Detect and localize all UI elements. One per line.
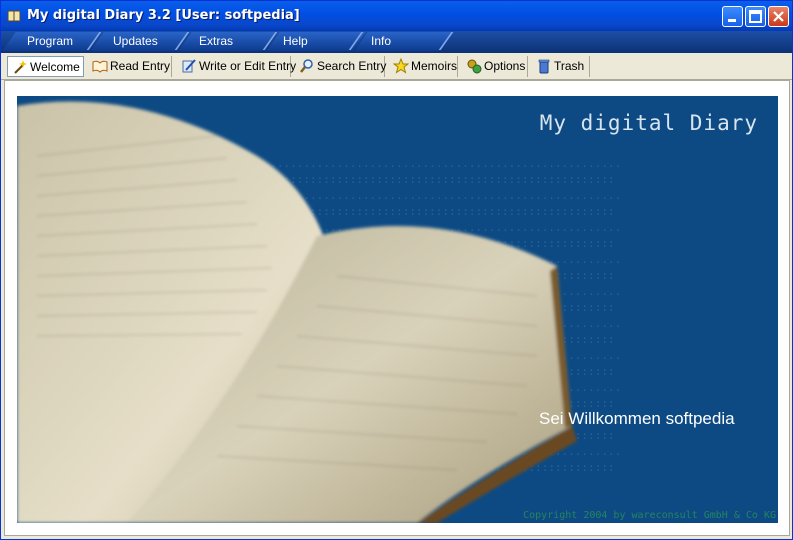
close-icon <box>773 11 784 22</box>
gears-icon <box>466 58 482 74</box>
magnifier-icon <box>299 58 315 74</box>
welcome-banner: ........................................… <box>17 96 778 523</box>
tab-label: Read Entry <box>110 59 171 73</box>
title-bar[interactable]: My digital Diary 3.2 [User: softpedia] <box>1 1 792 31</box>
tab-label: Write or Edit Entry <box>199 59 297 73</box>
menu-updates[interactable]: Updates <box>95 31 183 51</box>
menu-help[interactable]: Help <box>265 31 357 51</box>
pencil-icon <box>181 58 197 74</box>
tab-welcome[interactable]: Welcome <box>7 56 84 77</box>
tab-label: Trash <box>554 59 585 73</box>
tab-memoirs[interactable]: Memoirs <box>389 56 458 77</box>
tab-read-entry[interactable]: Read Entry <box>88 56 172 77</box>
banner-title: My digital Diary <box>539 111 758 135</box>
open-book-icon <box>92 58 108 74</box>
wand-icon <box>12 59 28 75</box>
window-title: My digital Diary 3.2 [User: softpedia] <box>27 8 300 23</box>
tab-options[interactable]: Options <box>462 56 528 77</box>
app-window: My digital Diary 3.2 [User: softpedia] P… <box>0 0 793 540</box>
menu-info[interactable]: Info <box>353 31 447 51</box>
menu-bar: Program Updates Extras Help Info <box>1 31 792 53</box>
tab-label: Memoirs <box>411 59 458 73</box>
copyright-notice: Copyright 2004 by wareconsult GmbH & Co … <box>523 510 776 521</box>
trash-icon <box>536 58 552 74</box>
tab-label: Search Entry <box>317 59 387 73</box>
close-button[interactable] <box>768 6 789 27</box>
tab-search-entry[interactable]: Search Entry <box>295 56 387 77</box>
tab-trash[interactable]: Trash <box>532 56 590 77</box>
tab-label: Welcome <box>30 60 80 74</box>
app-icon[interactable] <box>6 8 22 24</box>
menu-extras[interactable]: Extras <box>181 31 271 51</box>
maximize-button[interactable] <box>745 6 766 27</box>
toolbar: Welcome Read Entry Write or Edit Entry S… <box>1 53 792 80</box>
minimize-button[interactable] <box>722 6 743 27</box>
open-book-image <box>17 101 577 523</box>
tab-write-edit-entry[interactable]: Write or Edit Entry <box>177 56 296 77</box>
welcome-message: Sei Willkommen softpedia <box>539 409 735 428</box>
star-icon <box>392 57 410 74</box>
menu-program[interactable]: Program <box>9 31 95 51</box>
tab-label: Options <box>484 59 526 73</box>
